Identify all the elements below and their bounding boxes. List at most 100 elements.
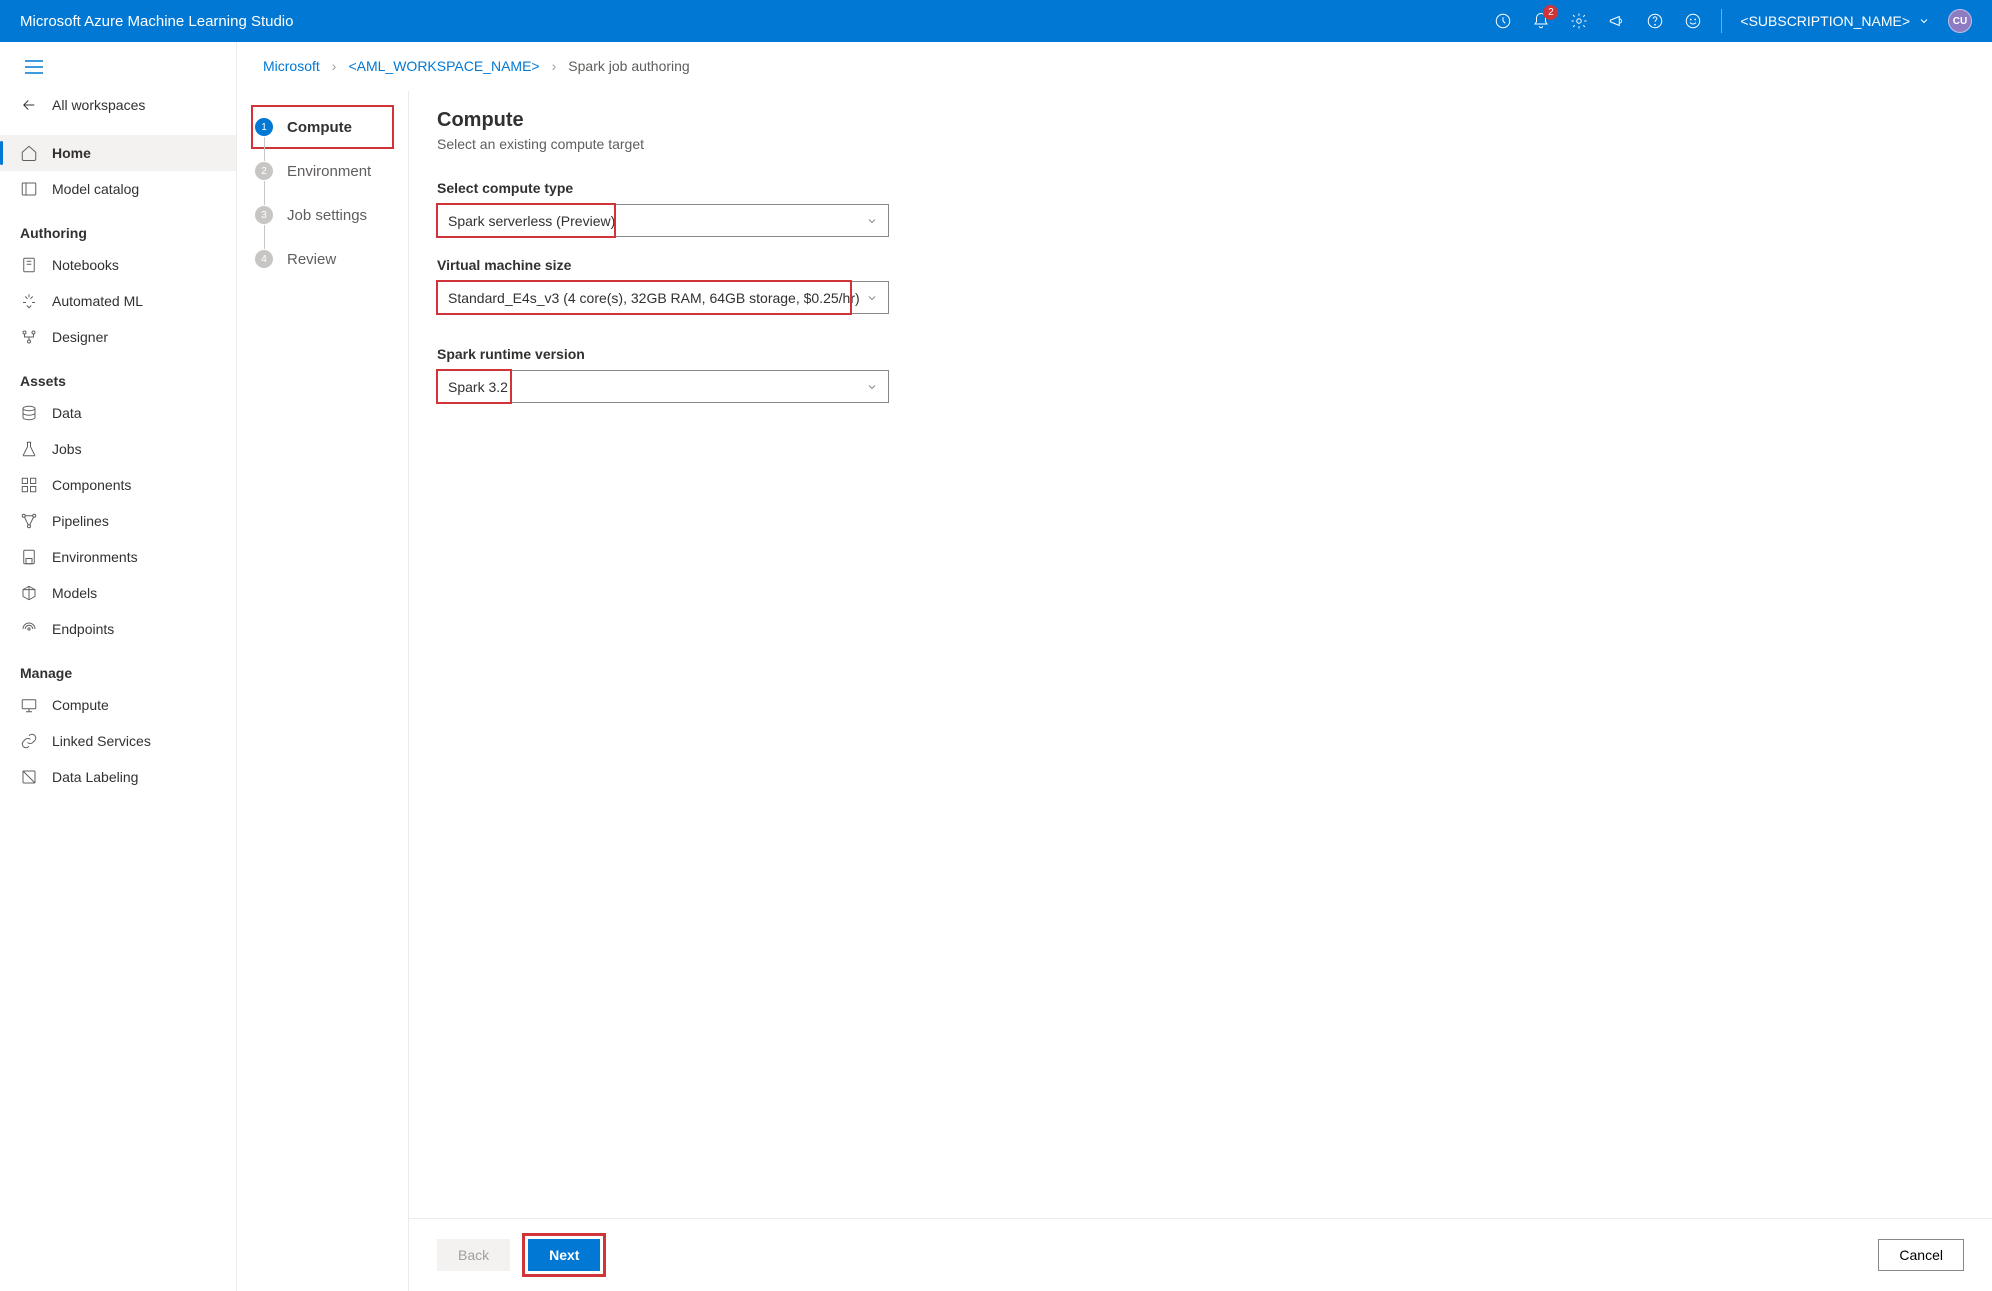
sidebar-item-data[interactable]: Data	[0, 395, 236, 431]
home-icon	[20, 144, 38, 162]
top-header: Microsoft Azure Machine Learning Studio …	[0, 0, 1992, 42]
avatar[interactable]: CU	[1948, 9, 1972, 33]
app-title: Microsoft Azure Machine Learning Studio	[20, 13, 293, 30]
models-icon	[20, 584, 38, 602]
subscription-label: <SUBSCRIPTION_NAME>	[1740, 13, 1910, 29]
sidebar-item-automl[interactable]: Automated ML	[0, 283, 236, 319]
app-body: All workspaces Home Model catalog Author…	[0, 42, 1992, 1291]
chevron-right-icon: ›	[552, 58, 557, 74]
dropdown-value: Spark serverless (Preview)	[448, 213, 615, 229]
environment-icon	[20, 548, 38, 566]
sidebar-item-label: Automated ML	[52, 293, 143, 309]
pipeline-icon	[20, 512, 38, 530]
chevron-down-icon	[866, 381, 878, 393]
dropdown-vm-size[interactable]: Standard_E4s_v3 (4 core(s), 32GB RAM, 64…	[437, 281, 889, 314]
step-number: 2	[255, 162, 273, 180]
sidebar-item-designer[interactable]: Designer	[0, 319, 236, 355]
sidebar-item-label: Data	[52, 405, 82, 421]
label-runtime: Spark runtime version	[437, 346, 1964, 362]
header-actions: 2 <SUBSCRIPTION_NAME> CU	[1493, 9, 1972, 33]
wizard-footer: Back Next Cancel	[409, 1218, 1992, 1291]
catalog-icon	[20, 180, 38, 198]
notification-badge: 2	[1543, 5, 1558, 20]
step-label: Job settings	[287, 207, 367, 224]
dropdown-value: Standard_E4s_v3 (4 core(s), 32GB RAM, 64…	[448, 290, 860, 306]
form-area: Compute Select an existing compute targe…	[409, 91, 1992, 1218]
step-label: Environment	[287, 163, 371, 180]
divider	[1721, 9, 1722, 33]
breadcrumb-current: Spark job authoring	[568, 58, 689, 74]
sidebar-item-compute[interactable]: Compute	[0, 687, 236, 723]
step-wrapper: 3 Job settings	[251, 193, 394, 237]
dropdown-value: Spark 3.2	[448, 379, 508, 395]
step-environment[interactable]: 2 Environment	[255, 157, 390, 185]
sidebar-item-label: Notebooks	[52, 257, 119, 273]
automl-icon	[20, 292, 38, 310]
clock-icon[interactable]	[1493, 11, 1513, 31]
sidebar-item-label: Linked Services	[52, 733, 151, 749]
step-wrapper: 4 Review	[251, 237, 394, 281]
sidebar-item-data-labeling[interactable]: Data Labeling	[0, 759, 236, 795]
step-label: Review	[287, 251, 336, 268]
sidebar-item-label: Jobs	[52, 441, 82, 457]
sidebar-item-linked-services[interactable]: Linked Services	[0, 723, 236, 759]
breadcrumb-root[interactable]: Microsoft	[263, 58, 320, 74]
sidebar-item-label: Data Labeling	[52, 769, 138, 785]
step-compute[interactable]: 1 Compute	[255, 113, 390, 141]
hamburger-icon[interactable]	[0, 52, 236, 87]
step-job-settings[interactable]: 3 Job settings	[255, 201, 390, 229]
step-compute-highlight: 1 Compute	[251, 105, 394, 149]
megaphone-icon[interactable]	[1607, 11, 1627, 31]
sidebar-item-label: Models	[52, 585, 97, 601]
sidebar-item-label: Compute	[52, 697, 109, 713]
next-button[interactable]: Next	[528, 1239, 600, 1271]
labeling-icon	[20, 768, 38, 786]
sidebar: All workspaces Home Model catalog Author…	[0, 42, 237, 1291]
sidebar-item-label: All workspaces	[52, 97, 145, 113]
back-button[interactable]: Back	[437, 1239, 510, 1271]
sidebar-item-label: Home	[52, 145, 91, 161]
breadcrumb: Microsoft › <AML_WORKSPACE_NAME> › Spark…	[237, 42, 1992, 91]
help-icon[interactable]	[1645, 11, 1665, 31]
dropdown-runtime[interactable]: Spark 3.2	[437, 370, 889, 403]
sidebar-item-label: Endpoints	[52, 621, 114, 637]
main-area: Microsoft › <AML_WORKSPACE_NAME> › Spark…	[237, 42, 1992, 1291]
sidebar-item-notebooks[interactable]: Notebooks	[0, 247, 236, 283]
highlight: Next	[522, 1233, 606, 1277]
wizard-stepper: 1 Compute 2 Environment 3 Job sett	[237, 91, 409, 1291]
sidebar-item-label: Components	[52, 477, 131, 493]
breadcrumb-workspace[interactable]: <AML_WORKSPACE_NAME>	[348, 58, 539, 74]
designer-icon	[20, 328, 38, 346]
step-number: 1	[255, 118, 273, 136]
cancel-button[interactable]: Cancel	[1878, 1239, 1964, 1271]
step-review[interactable]: 4 Review	[255, 245, 390, 273]
chevron-right-icon: ›	[332, 58, 337, 74]
sidebar-item-models[interactable]: Models	[0, 575, 236, 611]
subscription-dropdown[interactable]: <SUBSCRIPTION_NAME>	[1740, 13, 1930, 29]
endpoints-icon	[20, 620, 38, 638]
form-subtitle: Select an existing compute target	[437, 136, 1964, 152]
sidebar-item-endpoints[interactable]: Endpoints	[0, 611, 236, 647]
data-icon	[20, 404, 38, 422]
dropdown-compute-type[interactable]: Spark serverless (Preview)	[437, 204, 889, 237]
bell-icon[interactable]: 2	[1531, 11, 1551, 31]
notebook-icon	[20, 256, 38, 274]
chevron-down-icon	[866, 215, 878, 227]
sidebar-item-components[interactable]: Components	[0, 467, 236, 503]
sidebar-section-assets: Assets	[0, 355, 236, 395]
content-row: 1 Compute 2 Environment 3 Job sett	[237, 91, 1992, 1291]
compute-icon	[20, 696, 38, 714]
step-wrapper: 2 Environment	[251, 149, 394, 193]
gear-icon[interactable]	[1569, 11, 1589, 31]
sidebar-item-environments[interactable]: Environments	[0, 539, 236, 575]
all-workspaces-link[interactable]: All workspaces	[0, 87, 236, 123]
label-compute-type: Select compute type	[437, 180, 1964, 196]
sidebar-item-label: Model catalog	[52, 181, 139, 197]
sidebar-item-model-catalog[interactable]: Model catalog	[0, 171, 236, 207]
sidebar-item-home[interactable]: Home	[0, 135, 236, 171]
sidebar-item-pipelines[interactable]: Pipelines	[0, 503, 236, 539]
sidebar-item-jobs[interactable]: Jobs	[0, 431, 236, 467]
sidebar-item-label: Designer	[52, 329, 108, 345]
smiley-icon[interactable]	[1683, 11, 1703, 31]
sidebar-section-authoring: Authoring	[0, 207, 236, 247]
